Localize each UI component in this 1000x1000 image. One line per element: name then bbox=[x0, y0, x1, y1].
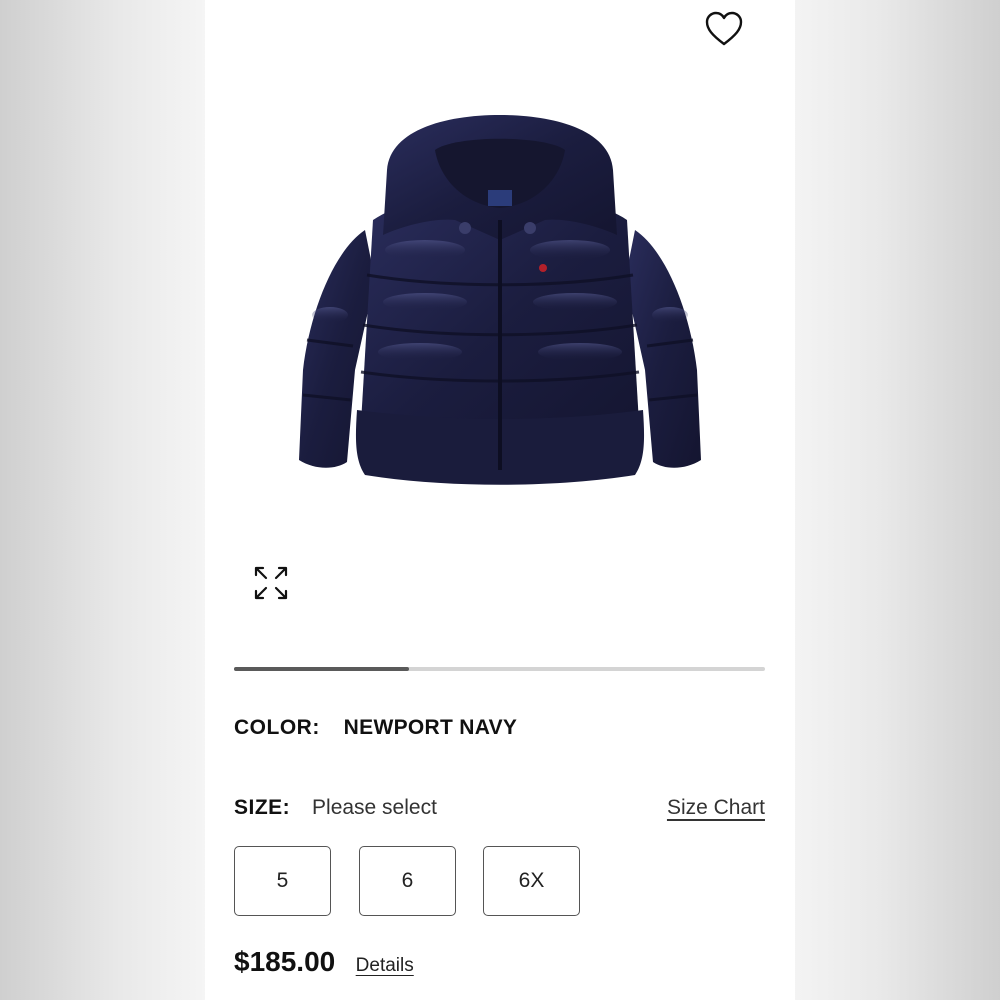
image-carousel-progress bbox=[234, 667, 765, 671]
details-link[interactable]: Details bbox=[356, 955, 414, 976]
price-row: $185.00 Details bbox=[234, 946, 414, 978]
wishlist-button[interactable] bbox=[704, 10, 744, 48]
size-option-6[interactable]: 6 bbox=[359, 846, 456, 916]
expand-icon bbox=[254, 566, 288, 600]
jacket-image bbox=[299, 115, 701, 485]
heart-icon bbox=[705, 11, 743, 46]
price: $185.00 bbox=[234, 946, 336, 977]
size-selection: SIZE: Please select Size Chart bbox=[234, 796, 765, 820]
product-image[interactable] bbox=[295, 110, 705, 510]
color-value: NEWPORT NAVY bbox=[343, 716, 518, 739]
color-selection: COLOR: NEWPORT NAVY bbox=[234, 716, 517, 740]
size-chart-link[interactable]: Size Chart bbox=[667, 796, 765, 820]
color-label: COLOR: bbox=[234, 716, 320, 739]
carousel-progress-fill bbox=[234, 667, 410, 671]
product-card: COLOR: NEWPORT NAVY SIZE: Please select … bbox=[205, 0, 795, 1000]
size-value: Please select bbox=[312, 796, 437, 819]
expand-button[interactable] bbox=[251, 563, 291, 603]
size-label: SIZE: bbox=[234, 796, 291, 819]
size-option-5[interactable]: 5 bbox=[234, 846, 331, 916]
size-option-6x[interactable]: 6X bbox=[483, 846, 580, 916]
